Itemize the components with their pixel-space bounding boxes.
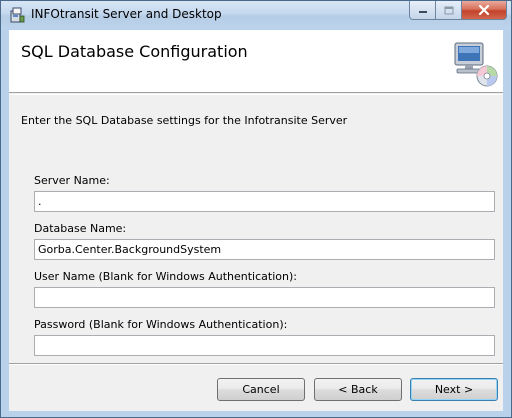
next-button[interactable]: Next > [410, 378, 498, 401]
client-area: SQL Database Configuration Enter the SQL… [9, 30, 503, 411]
installer-window: INFOtransit Server and Desktop SQL Datab… [0, 0, 512, 418]
installer-icon [10, 7, 25, 23]
banner-divider [9, 94, 503, 95]
minimize-button[interactable] [409, 1, 436, 20]
database-name-label: Database Name: [34, 222, 127, 235]
password-label: Password (Blank for Windows Authenticati… [34, 318, 288, 331]
server-name-label: Server Name: [34, 174, 110, 187]
back-button[interactable]: < Back [314, 378, 402, 401]
server-name-input[interactable]: . [34, 191, 495, 212]
footer-divider-highlight [9, 364, 503, 365]
window-title: INFOtransit Server and Desktop [31, 7, 222, 21]
password-input[interactable] [34, 335, 495, 356]
caption-buttons [409, 1, 507, 21]
close-icon [478, 5, 490, 15]
user-name-label: User Name (Blank for Windows Authenticat… [34, 270, 297, 283]
close-button[interactable] [462, 1, 507, 20]
minimize-icon [418, 11, 427, 13]
maximize-icon [444, 6, 453, 14]
database-name-input[interactable]: Gorba.Center.BackgroundSystem [34, 239, 495, 260]
instructions-text: Enter the SQL Database settings for the … [21, 114, 348, 127]
maximize-button[interactable] [436, 1, 462, 20]
header-banner: SQL Database Configuration [9, 30, 503, 93]
title-bar[interactable]: INFOtransit Server and Desktop [1, 1, 511, 29]
user-name-input[interactable] [34, 287, 495, 308]
page-title: SQL Database Configuration [21, 42, 248, 61]
computer-cd-icon [454, 42, 498, 87]
cancel-button[interactable]: Cancel [217, 378, 305, 401]
